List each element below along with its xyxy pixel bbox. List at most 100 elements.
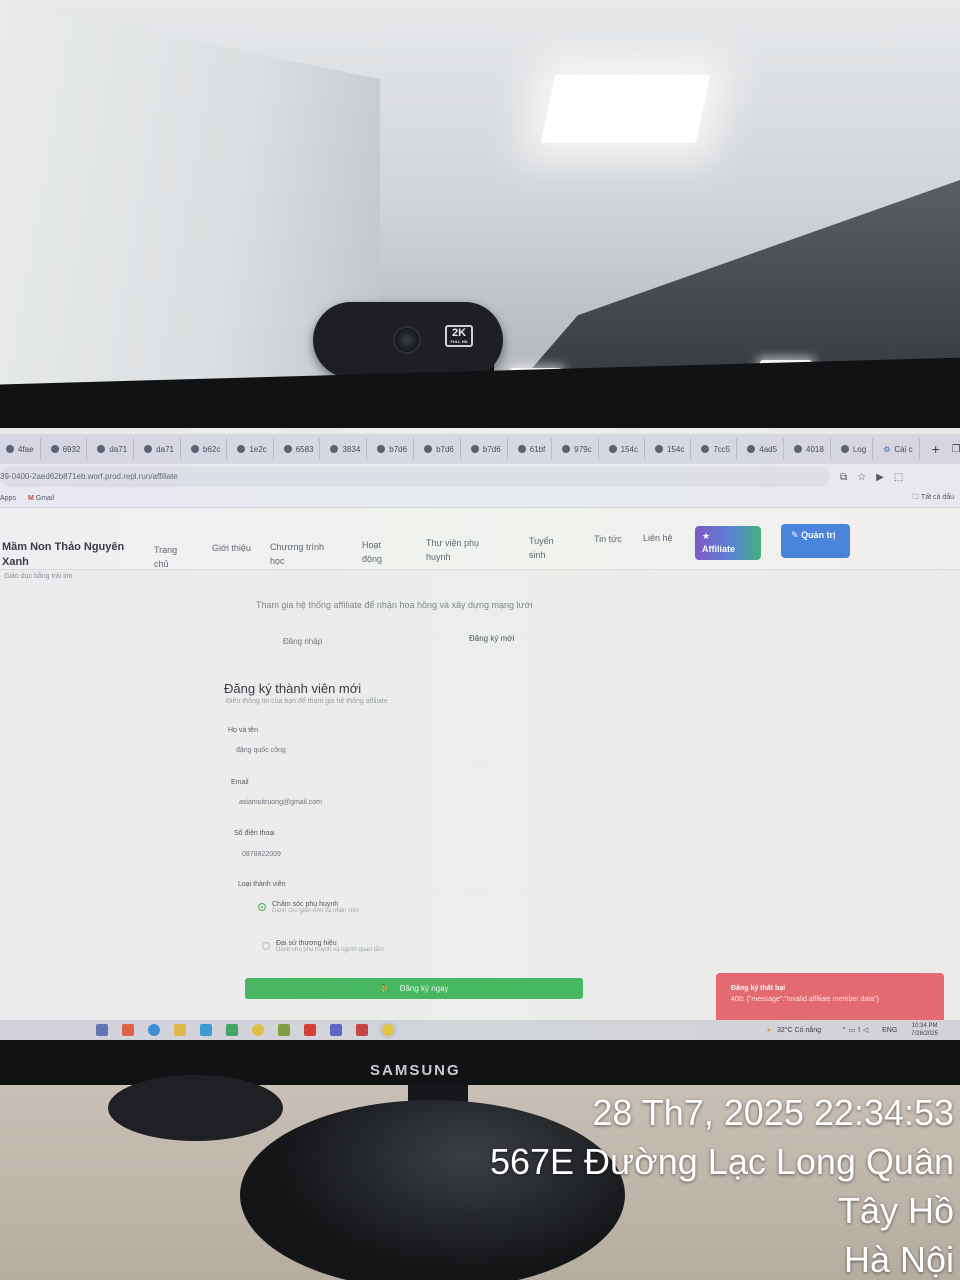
new-tab-button[interactable]: + [924, 441, 948, 457]
teams-icon[interactable] [330, 1024, 342, 1036]
bookmark-gmail[interactable]: M Gmail [28, 495, 54, 502]
browser-tab-label: b62c [202, 444, 221, 454]
weather-text: 32°C Có nắng [776, 1026, 821, 1034]
browser-tab[interactable]: 7cc5 [695, 438, 738, 460]
nav-lien-he[interactable]: Liên hệ [643, 531, 673, 545]
taskbar-app-icon[interactable] [356, 1024, 368, 1036]
globe-icon [330, 445, 339, 453]
globe-icon [840, 445, 849, 453]
youtube-icon[interactable] [304, 1024, 316, 1036]
site-tagline: Giáo dục bằng trái tim [4, 573, 73, 580]
taskbar-app-icon[interactable] [278, 1024, 290, 1036]
url-field[interactable]: 39-0400-2aed62b871eb.worf.prod.repl.run/… [0, 467, 830, 487]
folder-icon[interactable] [174, 1024, 186, 1036]
nav-trang-chu[interactable]: Trang chủ [154, 543, 194, 571]
webcam: 2K FULL HD [313, 302, 503, 378]
radio-button[interactable] [262, 942, 270, 950]
taskbar-app-icon[interactable] [200, 1024, 212, 1036]
all-bookmarks[interactable]: 🗀 Tất cả dấu [912, 493, 954, 504]
extension-icon[interactable]: ▶ [876, 472, 884, 483]
tab-register[interactable]: Đăng ký mới [469, 634, 514, 643]
globe-icon [237, 445, 246, 453]
email-field[interactable]: asiamoitruong@gmail.com [231, 792, 551, 814]
browser-tab[interactable]: 61bf [512, 438, 553, 460]
ceiling-light [540, 75, 711, 143]
browser-tab-label: 154c [666, 444, 685, 454]
star-icon[interactable]: ☆ [857, 472, 866, 483]
globe-icon [608, 445, 617, 453]
edge-icon[interactable] [148, 1024, 160, 1036]
globe-icon [562, 445, 571, 453]
taskbar-clock[interactable]: 10:34 PM 7/28/2025 [911, 1022, 938, 1038]
browser-tab-label: 4fae [18, 444, 34, 454]
form-title: Đăng ký thành viên mới [224, 681, 362, 696]
browser-tab[interactable]: 4018 [788, 438, 831, 460]
affiliate-button[interactable]: ★ Affiliate [695, 526, 761, 560]
browser-tab-label: Log [852, 444, 867, 454]
form-subtitle: Điền thông tin của bạn để tham gia hệ th… [226, 698, 388, 705]
browser-tab[interactable]: ⚙ Cài c [877, 438, 920, 460]
browser-tab-label: b7d6 [436, 444, 454, 454]
browser-tab-label: 979c [574, 444, 592, 454]
taskbar-app-icon[interactable] [122, 1024, 134, 1036]
nav-tin-tuc[interactable]: Tin tức [594, 532, 624, 546]
browser-tab-label: 4ad5 [759, 444, 778, 454]
name-field[interactable]: đặng quốc công [228, 740, 548, 762]
browser-tab[interactable]: b7d6 [418, 438, 461, 460]
nav-thu-vien-phu-huynh[interactable]: Thư viện phụ huynh [426, 536, 496, 564]
tray-icons[interactable]: ⌃ ▭ ⌇ ◁ [841, 1026, 868, 1034]
chrome-icon[interactable] [252, 1024, 264, 1036]
browser-tab[interactable]: 979c [556, 438, 599, 460]
globe-icon [470, 445, 479, 453]
browser-tab[interactable]: da71 [91, 438, 135, 460]
taskbar-app-icon[interactable] [96, 1024, 108, 1036]
chrome-active-icon[interactable] [382, 1024, 394, 1036]
phone-field[interactable]: 0978822009 [234, 844, 554, 866]
browser-tab[interactable]: 6932 [45, 438, 88, 460]
nav-chuong-trinh-hoc[interactable]: Chương trình học [270, 540, 340, 568]
taskbar-app-icon[interactable] [226, 1024, 238, 1036]
register-submit-button[interactable]: ⛹ Đăng ký ngay [245, 978, 583, 999]
speaker [108, 1075, 283, 1141]
phone-label: Số điện thoại [234, 830, 275, 837]
browser-tab[interactable]: 3834 [324, 438, 368, 460]
taskbar-weather[interactable]: ● 32°C Có nắng ⌃ ▭ ⌇ ◁ ENG [767, 1026, 898, 1035]
puzzle-icon[interactable]: ⬚ [894, 472, 903, 483]
browser-tab[interactable]: 154c [649, 438, 692, 460]
all-bookmarks-label: Tất cả dấu [920, 494, 954, 501]
browser-tab[interactable]: 4ad5 [741, 438, 785, 460]
browser-tab[interactable]: b62c [185, 438, 228, 460]
nav-gioi-thieu[interactable]: Giới thiệu [212, 541, 252, 555]
member-type-option[interactable]: Chăm sóc phụ huynh Dành cho giáo viên và… [258, 901, 359, 914]
globe-icon [377, 445, 386, 453]
globe-icon [517, 445, 526, 453]
nav-tuyen-sinh[interactable]: Tuyển sinh [529, 534, 569, 562]
radio-button-selected[interactable] [258, 903, 266, 911]
browser-tab[interactable]: Log [835, 438, 874, 460]
toast-message: 400: {"message":"Invalid affiliate membe… [731, 996, 879, 1003]
browser-tab[interactable]: 4fae [0, 438, 41, 460]
browser-tab-label: b7d6 [482, 444, 501, 454]
browser-tab[interactable]: b7d6 [371, 438, 415, 460]
browser-tab[interactable]: 154c [603, 438, 645, 460]
admin-button[interactable]: ✎ Quản trị [781, 524, 850, 558]
tab-login[interactable]: Đăng nhập [283, 637, 322, 646]
browser-tab[interactable]: 6583 [278, 438, 321, 460]
nav-hoat-dong[interactable]: Hoạt động [362, 538, 402, 566]
window-restore-button[interactable]: ❐ [952, 444, 960, 455]
browser-tab[interactable]: 1e2c [231, 438, 274, 460]
browser-tab-label: 4018 [806, 444, 824, 454]
member-type-option[interactable]: Đại sứ thương hiệu Dành cho phụ huynh và… [262, 940, 384, 953]
toast-title: Đăng ký thất bại [731, 985, 786, 992]
globe-icon [283, 445, 292, 453]
user-plus-icon: ⛹ [379, 984, 390, 993]
browser-tab[interactable]: da71 [138, 438, 181, 460]
browser-tab-label: 7cc5 [713, 444, 731, 454]
translate-icon[interactable]: ⧉ [840, 472, 847, 483]
member-type-title: Đại sứ thương hiệu [276, 940, 337, 947]
bookmark-apps[interactable]: Apps [0, 495, 16, 502]
browser-tab-label: 1e2c [249, 444, 267, 454]
language-indicator[interactable]: ENG [882, 1027, 897, 1034]
site-name[interactable]: Mầm Non Thảo Nguyên Xanh [2, 540, 142, 570]
browser-tab[interactable]: b7d6 [465, 438, 508, 460]
